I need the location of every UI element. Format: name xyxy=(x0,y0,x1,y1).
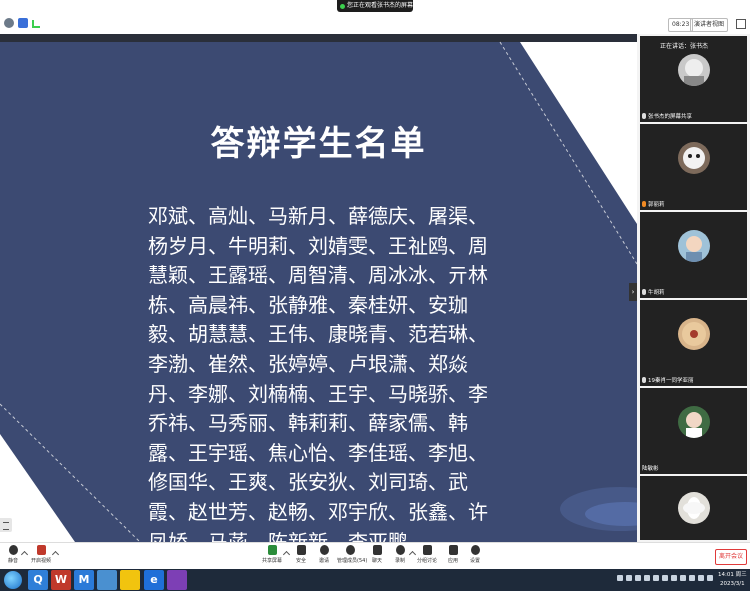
meeting-toolbar: 静音 开启视频 共享屏幕 安全 邀请 管理成员(54) 聊天 录制 分组讨论 应… xyxy=(0,542,750,569)
tray-icon[interactable] xyxy=(644,575,650,581)
share-label: 共享屏幕 xyxy=(261,558,282,564)
taskbar-app-wps[interactable]: W xyxy=(51,570,71,590)
participant-panel: 正在讲话：张书杰 张书杰的屏幕共享 郭丽莉 牛胡莉 19秦肖一同学亚丽 陆敏彬 xyxy=(637,34,750,542)
mic-muted-icon xyxy=(642,201,646,207)
breakout-button[interactable]: 分组讨论 xyxy=(414,545,440,569)
system-clock[interactable]: 14:01 周三 2023/3/1 xyxy=(718,571,747,589)
invite-button[interactable]: 邀请 xyxy=(311,545,337,569)
record-label: 录制 xyxy=(394,558,405,564)
avatar xyxy=(678,492,710,524)
settings-label: 设置 xyxy=(469,558,480,564)
taskbar-app-explorer[interactable] xyxy=(97,570,117,590)
avatar xyxy=(678,406,710,438)
tray-icon[interactable] xyxy=(698,575,704,581)
sharing-status-icon xyxy=(340,3,345,9)
clock-date: 2023/3/1 xyxy=(719,581,745,587)
gear-icon xyxy=(470,545,480,555)
sharing-notice: 您正在观看张书杰的屏幕 xyxy=(337,0,413,12)
record-icon xyxy=(395,545,405,555)
tray-icon[interactable] xyxy=(635,575,641,581)
add-user-icon xyxy=(319,545,329,555)
tray-icon[interactable] xyxy=(617,575,623,581)
video-label: 开启视频 xyxy=(30,558,51,564)
tray-icon[interactable] xyxy=(680,575,686,581)
manage-participants-button[interactable]: 管理成员(54) xyxy=(337,545,368,569)
tray-icon[interactable] xyxy=(671,575,677,581)
avatar xyxy=(678,318,710,350)
participant-name: 张书杰的屏幕共享 xyxy=(648,114,693,120)
participant-name: 陆敏彬 xyxy=(642,466,659,472)
meeting-info-bar: 08:23 演讲者视图 xyxy=(0,14,750,34)
chat-icon xyxy=(372,545,382,555)
sharing-notice-text: 您正在观看张书杰的屏幕 xyxy=(347,2,413,9)
signal-icon[interactable] xyxy=(32,20,40,28)
mic-icon xyxy=(642,289,646,295)
shield-icon xyxy=(296,545,306,555)
tray-icon[interactable] xyxy=(662,575,668,581)
participant-tile[interactable]: 正在讲话：张书杰 张书杰的屏幕共享 xyxy=(640,36,747,122)
collapse-panel-button[interactable]: › xyxy=(629,283,637,301)
taskbar-app-ie[interactable]: e xyxy=(144,570,164,590)
participant-name: 牛胡莉 xyxy=(648,290,665,296)
share-screen-icon xyxy=(267,545,277,555)
tray-icon[interactable] xyxy=(626,575,632,581)
fullscreen-icon[interactable] xyxy=(736,19,746,29)
speaking-label: 正在讲话：张书杰 xyxy=(660,43,709,50)
os-taskbar: Q W M e 14:01 周三 2023/3/1 xyxy=(0,569,750,591)
mute-label: 静音 xyxy=(7,558,18,564)
leave-meeting-button[interactable]: 离开会议 xyxy=(715,549,747,565)
mute-button[interactable]: 静音 xyxy=(0,545,26,569)
view-toggle-button[interactable]: 演讲者视图 xyxy=(690,18,729,32)
info-icon[interactable] xyxy=(4,18,14,28)
start-button[interactable] xyxy=(4,571,22,589)
apps-icon xyxy=(448,545,458,555)
breakout-icon xyxy=(422,545,432,555)
mic-icon xyxy=(642,113,646,119)
taskbar-app-other[interactable] xyxy=(167,570,187,590)
participant-name: 郭丽莉 xyxy=(648,202,665,208)
clock-time: 14:01 周三 xyxy=(718,572,747,578)
settings-button[interactable]: 设置 xyxy=(462,545,488,569)
avatar xyxy=(678,142,710,174)
taskbar-app-browser-chrome[interactable] xyxy=(120,570,140,590)
breakout-label: 分组讨论 xyxy=(416,558,437,564)
invite-label: 邀请 xyxy=(318,558,329,564)
annotation-handle[interactable] xyxy=(0,518,12,532)
avatar xyxy=(678,230,710,262)
avatar xyxy=(678,54,710,86)
share-screen-button[interactable]: 共享屏幕 xyxy=(259,545,285,569)
participant-tile[interactable]: 陆敏彬 xyxy=(640,388,747,474)
mic-icon xyxy=(642,377,646,383)
tray-icon[interactable] xyxy=(707,575,713,581)
tray-icon[interactable] xyxy=(689,575,695,581)
system-tray[interactable] xyxy=(617,575,713,581)
microphone-icon xyxy=(8,545,18,555)
manage-label: 管理成员(54) xyxy=(337,558,368,564)
participant-tile[interactable] xyxy=(640,476,747,540)
video-off-icon xyxy=(36,545,46,555)
shared-screen: 答辩学生名单 邓斌、高灿、马新月、薛德庆、屠渠、杨岁月、牛明莉、刘婧雯、王祉鸥、… xyxy=(0,34,637,542)
student-name-list: 邓斌、高灿、马新月、薛德庆、屠渠、杨岁月、牛明莉、刘婧雯、王祉鸥、周慧颖、王露瑶… xyxy=(148,204,488,542)
shield-icon[interactable] xyxy=(18,18,28,28)
participant-name: 19秦肖一同学亚丽 xyxy=(648,378,694,384)
participant-tile[interactable]: 牛胡莉 xyxy=(640,212,747,298)
record-button[interactable]: 录制 xyxy=(387,545,413,569)
participant-tile[interactable]: 郭丽莉 xyxy=(640,124,747,210)
taskbar-app-meeting[interactable]: M xyxy=(74,570,94,590)
tray-icon[interactable] xyxy=(653,575,659,581)
participant-tile[interactable]: 19秦肖一同学亚丽 xyxy=(640,300,747,386)
video-button[interactable]: 开启视频 xyxy=(28,545,54,569)
slide-title: 答辩学生名单 xyxy=(210,124,427,164)
taskbar-app-search[interactable]: Q xyxy=(28,570,48,590)
participants-icon xyxy=(345,545,355,555)
